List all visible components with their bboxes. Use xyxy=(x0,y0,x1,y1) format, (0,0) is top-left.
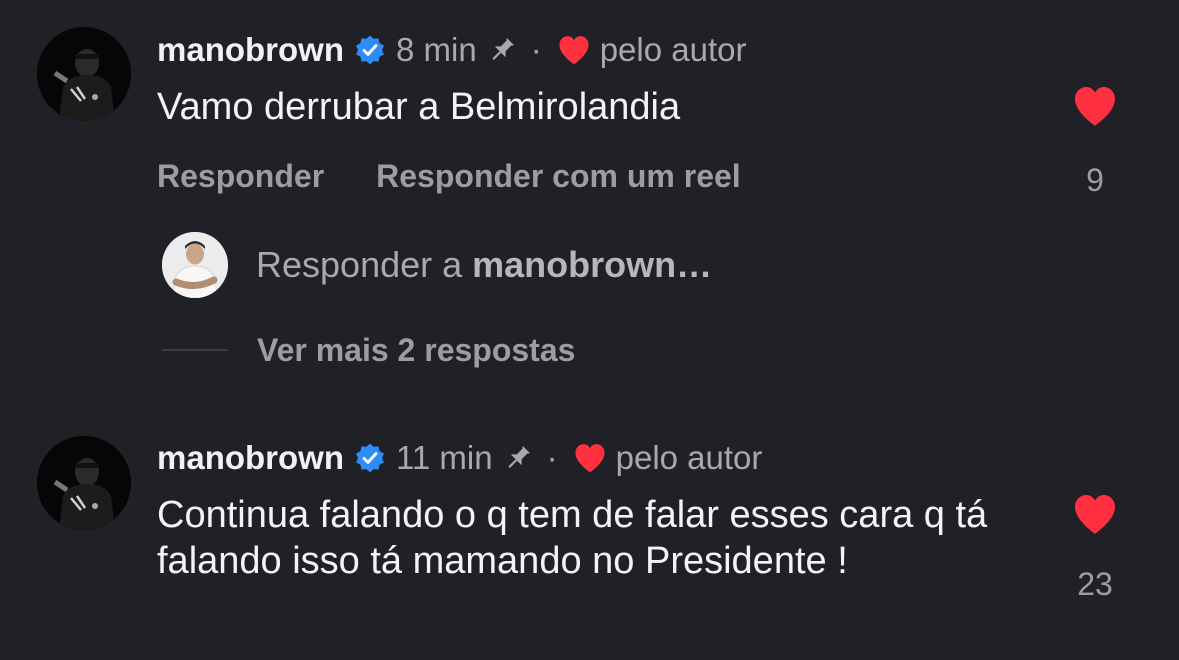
current-user-avatar xyxy=(162,232,228,298)
view-more-replies-label: Ver mais 2 respostas xyxy=(257,331,576,368)
reply-input[interactable]: Responder a manobrown… xyxy=(256,244,712,286)
username[interactable]: manobrown xyxy=(157,31,344,69)
meta-separator: · xyxy=(546,439,558,476)
reply-prompt-prefix: Responder a xyxy=(256,244,473,285)
reply-button[interactable]: Responder xyxy=(157,158,324,195)
author-liked-heart-icon xyxy=(559,36,589,65)
comment-time: 11 min xyxy=(396,439,493,476)
comment-meta: manobrown 11 min · pelo autor xyxy=(157,436,762,480)
pin-icon xyxy=(492,37,514,60)
verified-badge-icon xyxy=(356,35,384,65)
like-heart-icon[interactable] xyxy=(1071,492,1119,536)
username[interactable]: manobrown xyxy=(157,439,344,477)
reply-composer[interactable]: Responder a manobrown… xyxy=(162,232,712,298)
liked-by-author-label: pelo autor xyxy=(615,439,763,476)
avatar-photo xyxy=(37,436,131,530)
reply-with-reel-button[interactable]: Responder com um reel xyxy=(376,158,741,195)
thread-line xyxy=(162,349,228,351)
comment-text: Continua falando o q tem de falar esses … xyxy=(157,494,988,582)
like-count: 23 xyxy=(1077,566,1113,602)
view-more-replies[interactable]: Ver mais 2 respostas xyxy=(162,330,575,370)
verified-badge-icon xyxy=(356,443,384,473)
author-avatar[interactable] xyxy=(37,436,131,530)
author-liked-heart-icon xyxy=(575,444,605,473)
current-user-photo xyxy=(162,232,228,298)
comment-time: 8 min xyxy=(396,31,477,68)
comment-actions: Responder Responder com um reel xyxy=(157,158,741,195)
like-heart-icon[interactable] xyxy=(1071,84,1119,128)
meta-separator: · xyxy=(530,31,542,68)
like-count: 9 xyxy=(1086,162,1104,198)
liked-by-author-label: pelo autor xyxy=(599,31,747,68)
comment-2: manobrown 11 min · pelo autor Continua f… xyxy=(0,410,1179,660)
reply-prompt-username: manobrown… xyxy=(472,244,713,285)
comment-meta: manobrown 8 min · pelo autor xyxy=(157,28,746,72)
author-avatar[interactable] xyxy=(37,27,131,121)
comment-1: manobrown 8 min · pelo autor Vamo derrub… xyxy=(0,0,1179,400)
comment-text: Vamo derrubar a Belmirolandia xyxy=(157,86,681,128)
pin-icon xyxy=(507,445,530,468)
avatar-photo xyxy=(37,27,131,121)
